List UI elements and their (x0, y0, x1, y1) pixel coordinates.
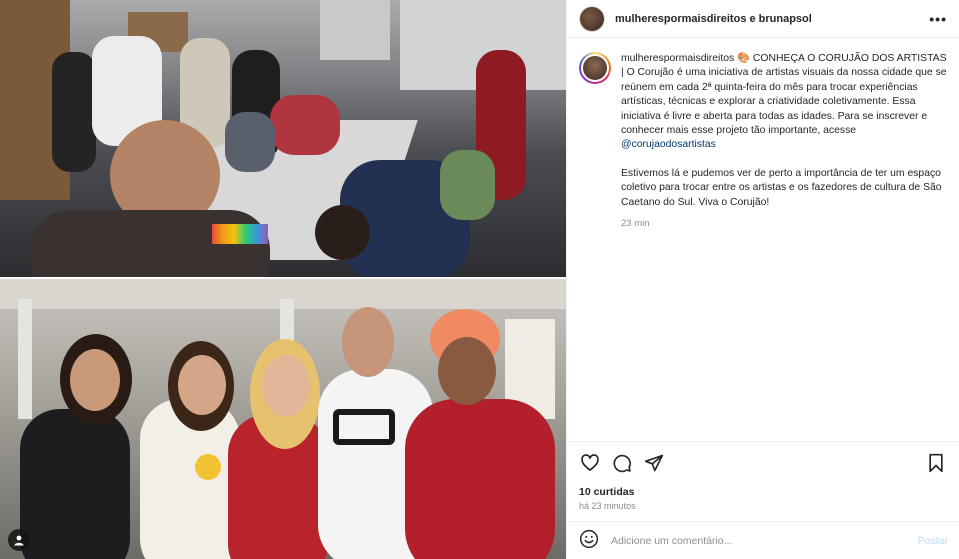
tagged-users-icon[interactable] (8, 529, 30, 551)
action-icons (579, 452, 947, 474)
photo-workshop-table (0, 0, 566, 277)
caption-paragraph-2: Estivemos lá e pudemos ver de perto a im… (621, 167, 942, 208)
caption-body: CONHEÇA O CORUJÃO DOS ARTISTAS | O Coruj… (621, 53, 947, 137)
likes-count[interactable]: 10 curtidas (579, 486, 947, 498)
comments-area: mulherespormaisdireitos 🎨 CONHEÇA O CORU… (567, 38, 959, 441)
post-header: mulherespormaisdireitos e brunapsol ••• (567, 0, 959, 38)
share-icon[interactable] (643, 452, 665, 474)
avatar[interactable] (579, 5, 605, 32)
comment-icon[interactable] (611, 452, 633, 474)
mention-link[interactable]: @corujaodosartistas (621, 139, 716, 150)
bookmark-icon[interactable] (925, 452, 947, 474)
post-authors[interactable]: mulherespormaisdireitos e brunapsol (615, 13, 929, 25)
caption-timestamp[interactable]: 23 min (621, 217, 947, 231)
post-side-panel: mulherespormaisdireitos e brunapsol ••• … (566, 0, 959, 559)
caption-comment: mulherespormaisdireitos 🎨 CONHEÇA O CORU… (579, 52, 947, 231)
add-comment-bar: Postar (567, 521, 959, 559)
more-options-icon[interactable]: ••• (929, 11, 947, 27)
heart-icon[interactable] (579, 452, 601, 474)
comment-input[interactable] (611, 534, 918, 547)
caption-avatar[interactable] (579, 52, 611, 84)
post-comment-button[interactable]: Postar (918, 535, 948, 547)
post-dialog: mulherespormaisdireitos e brunapsol ••• … (0, 0, 959, 559)
post-media[interactable] (0, 0, 566, 559)
emoji-icon[interactable] (579, 529, 599, 552)
palette-emoji-icon: 🎨 (737, 53, 751, 64)
caption-text: mulherespormaisdireitos 🎨 CONHEÇA O CORU… (621, 52, 947, 231)
post-age: há 23 minutos (579, 501, 636, 511)
caption-username[interactable]: mulherespormaisdireitos (621, 53, 734, 64)
photo-group-portrait (0, 279, 566, 559)
